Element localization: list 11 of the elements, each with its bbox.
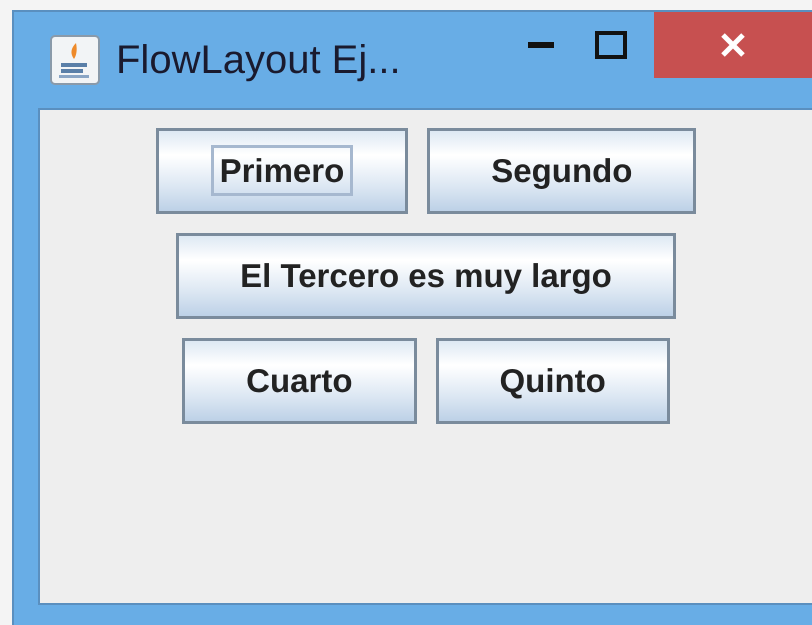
maximize-icon <box>595 31 627 59</box>
close-button[interactable] <box>654 12 812 78</box>
window-title: FlowLayout Ej... <box>116 38 401 82</box>
minimize-icon <box>528 42 554 48</box>
push-button[interactable]: El Tercero es muy largo <box>176 233 676 319</box>
coffee-cup-icon <box>50 35 100 85</box>
close-icon <box>720 32 746 58</box>
push-button[interactable]: Cuarto <box>182 338 417 424</box>
push-button[interactable]: Segundo <box>427 128 696 214</box>
push-button[interactable]: Primero <box>156 128 408 214</box>
push-button[interactable]: Quinto <box>436 338 670 424</box>
